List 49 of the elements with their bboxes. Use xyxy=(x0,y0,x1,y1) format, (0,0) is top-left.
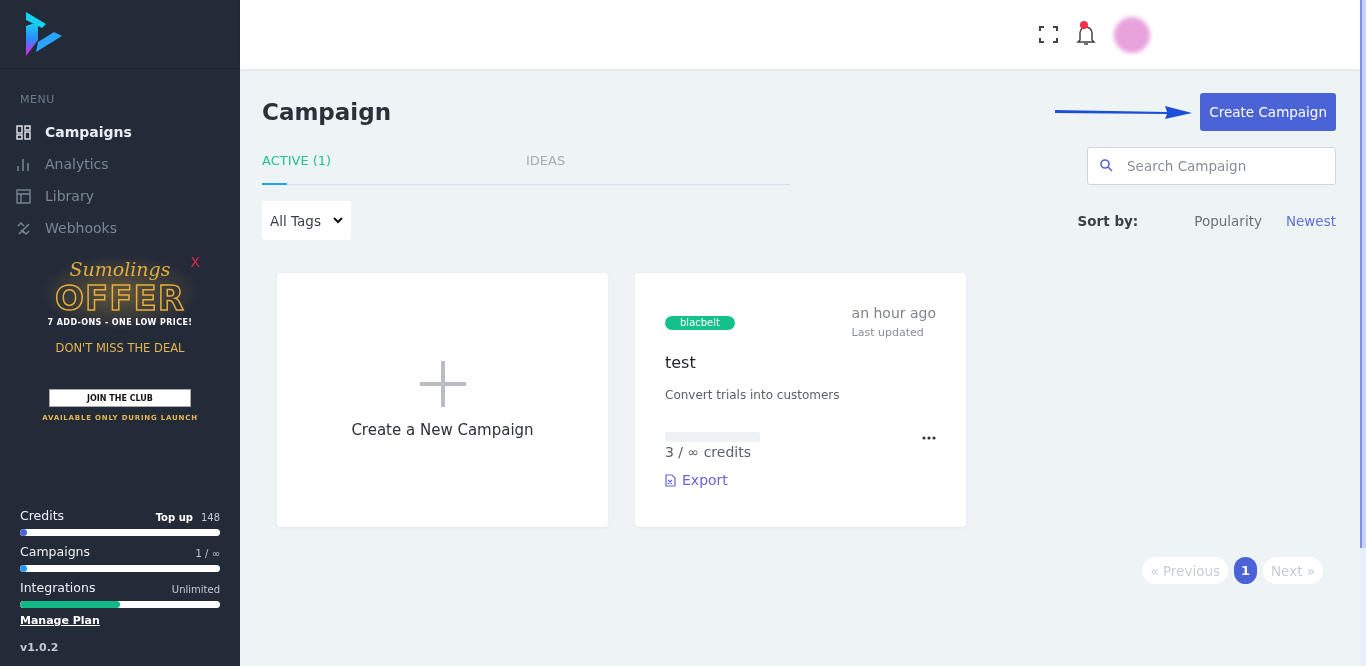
notification-badge xyxy=(1080,20,1088,29)
sort-option[interactable]: Newest xyxy=(1261,212,1336,229)
join-button[interactable]: JOIN THE CLUB xyxy=(49,389,191,407)
tag-filter-dropdown[interactable]: All Tags xyxy=(262,201,351,240)
export-link[interactable]: Export xyxy=(665,472,728,488)
usage-value: 148 xyxy=(200,512,220,523)
page-button[interactable]: 1 xyxy=(1234,557,1257,584)
more-icon[interactable] xyxy=(922,436,936,440)
promo-tagline: DON'T MISS THE DEAL xyxy=(55,341,185,355)
chevron-down-icon xyxy=(332,217,343,224)
logo-icon xyxy=(24,12,64,56)
top-up-link[interactable]: Top up xyxy=(155,512,193,523)
usage-label: Credits xyxy=(20,508,65,523)
new-campaign-card[interactable]: Create a New Campaign xyxy=(277,273,608,527)
usage-value: 1 / ∞ xyxy=(195,548,220,559)
close-button[interactable]: X xyxy=(190,254,200,270)
campaign-title: test xyxy=(665,353,697,372)
credits-text: 3 / ∞ credits xyxy=(665,444,752,460)
version-label: v1.0.2 xyxy=(20,641,60,654)
sidebar-item[interactable]: Library xyxy=(0,180,240,212)
layout-icon xyxy=(16,188,31,204)
bar-chart-icon xyxy=(16,156,31,172)
promo-subline: 7 ADD-ONS - ONE LOW PRICE! xyxy=(47,318,193,327)
updated-time: an hour ago xyxy=(851,305,936,321)
search-field[interactable]: Search Campaign xyxy=(1087,147,1336,185)
campaign-tag: blacbelt xyxy=(665,316,735,330)
campaign-card[interactable]: blacbelt an hour ago Last updated test Convert trials into customers 3 / ∞ credits Export xyxy=(635,273,966,527)
plus-icon xyxy=(419,361,466,407)
usage-value: Unlimited xyxy=(171,584,220,595)
create-campaign-button[interactable]: Create Campaign xyxy=(1200,93,1336,131)
menu-heading: MENU xyxy=(20,93,56,106)
sidebar-item[interactable]: Campaigns xyxy=(0,116,240,148)
sort-option[interactable]: Popularity xyxy=(1170,212,1262,229)
search-icon xyxy=(1100,159,1113,172)
manage-plan-link[interactable]: Manage Plan xyxy=(20,614,220,627)
file-icon xyxy=(665,473,676,487)
campaign-description: Convert trials into customers xyxy=(665,388,841,402)
sidebar-item[interactable]: Analytics xyxy=(0,148,240,180)
fullscreen-icon[interactable] xyxy=(1039,26,1058,43)
link-icon xyxy=(16,220,31,236)
usage-label: Campaigns xyxy=(20,544,90,559)
page-title: Campaign xyxy=(262,99,392,125)
promo-headline: OFFER xyxy=(55,280,185,316)
updated-label: Last updated xyxy=(851,326,924,339)
sort-label: Sort by: xyxy=(1077,212,1139,229)
promo-script: Sumolings xyxy=(69,258,171,280)
sidebar-item[interactable]: Webhooks xyxy=(0,212,240,244)
grid-icon xyxy=(16,124,31,140)
usage-label: Integrations xyxy=(20,580,96,595)
